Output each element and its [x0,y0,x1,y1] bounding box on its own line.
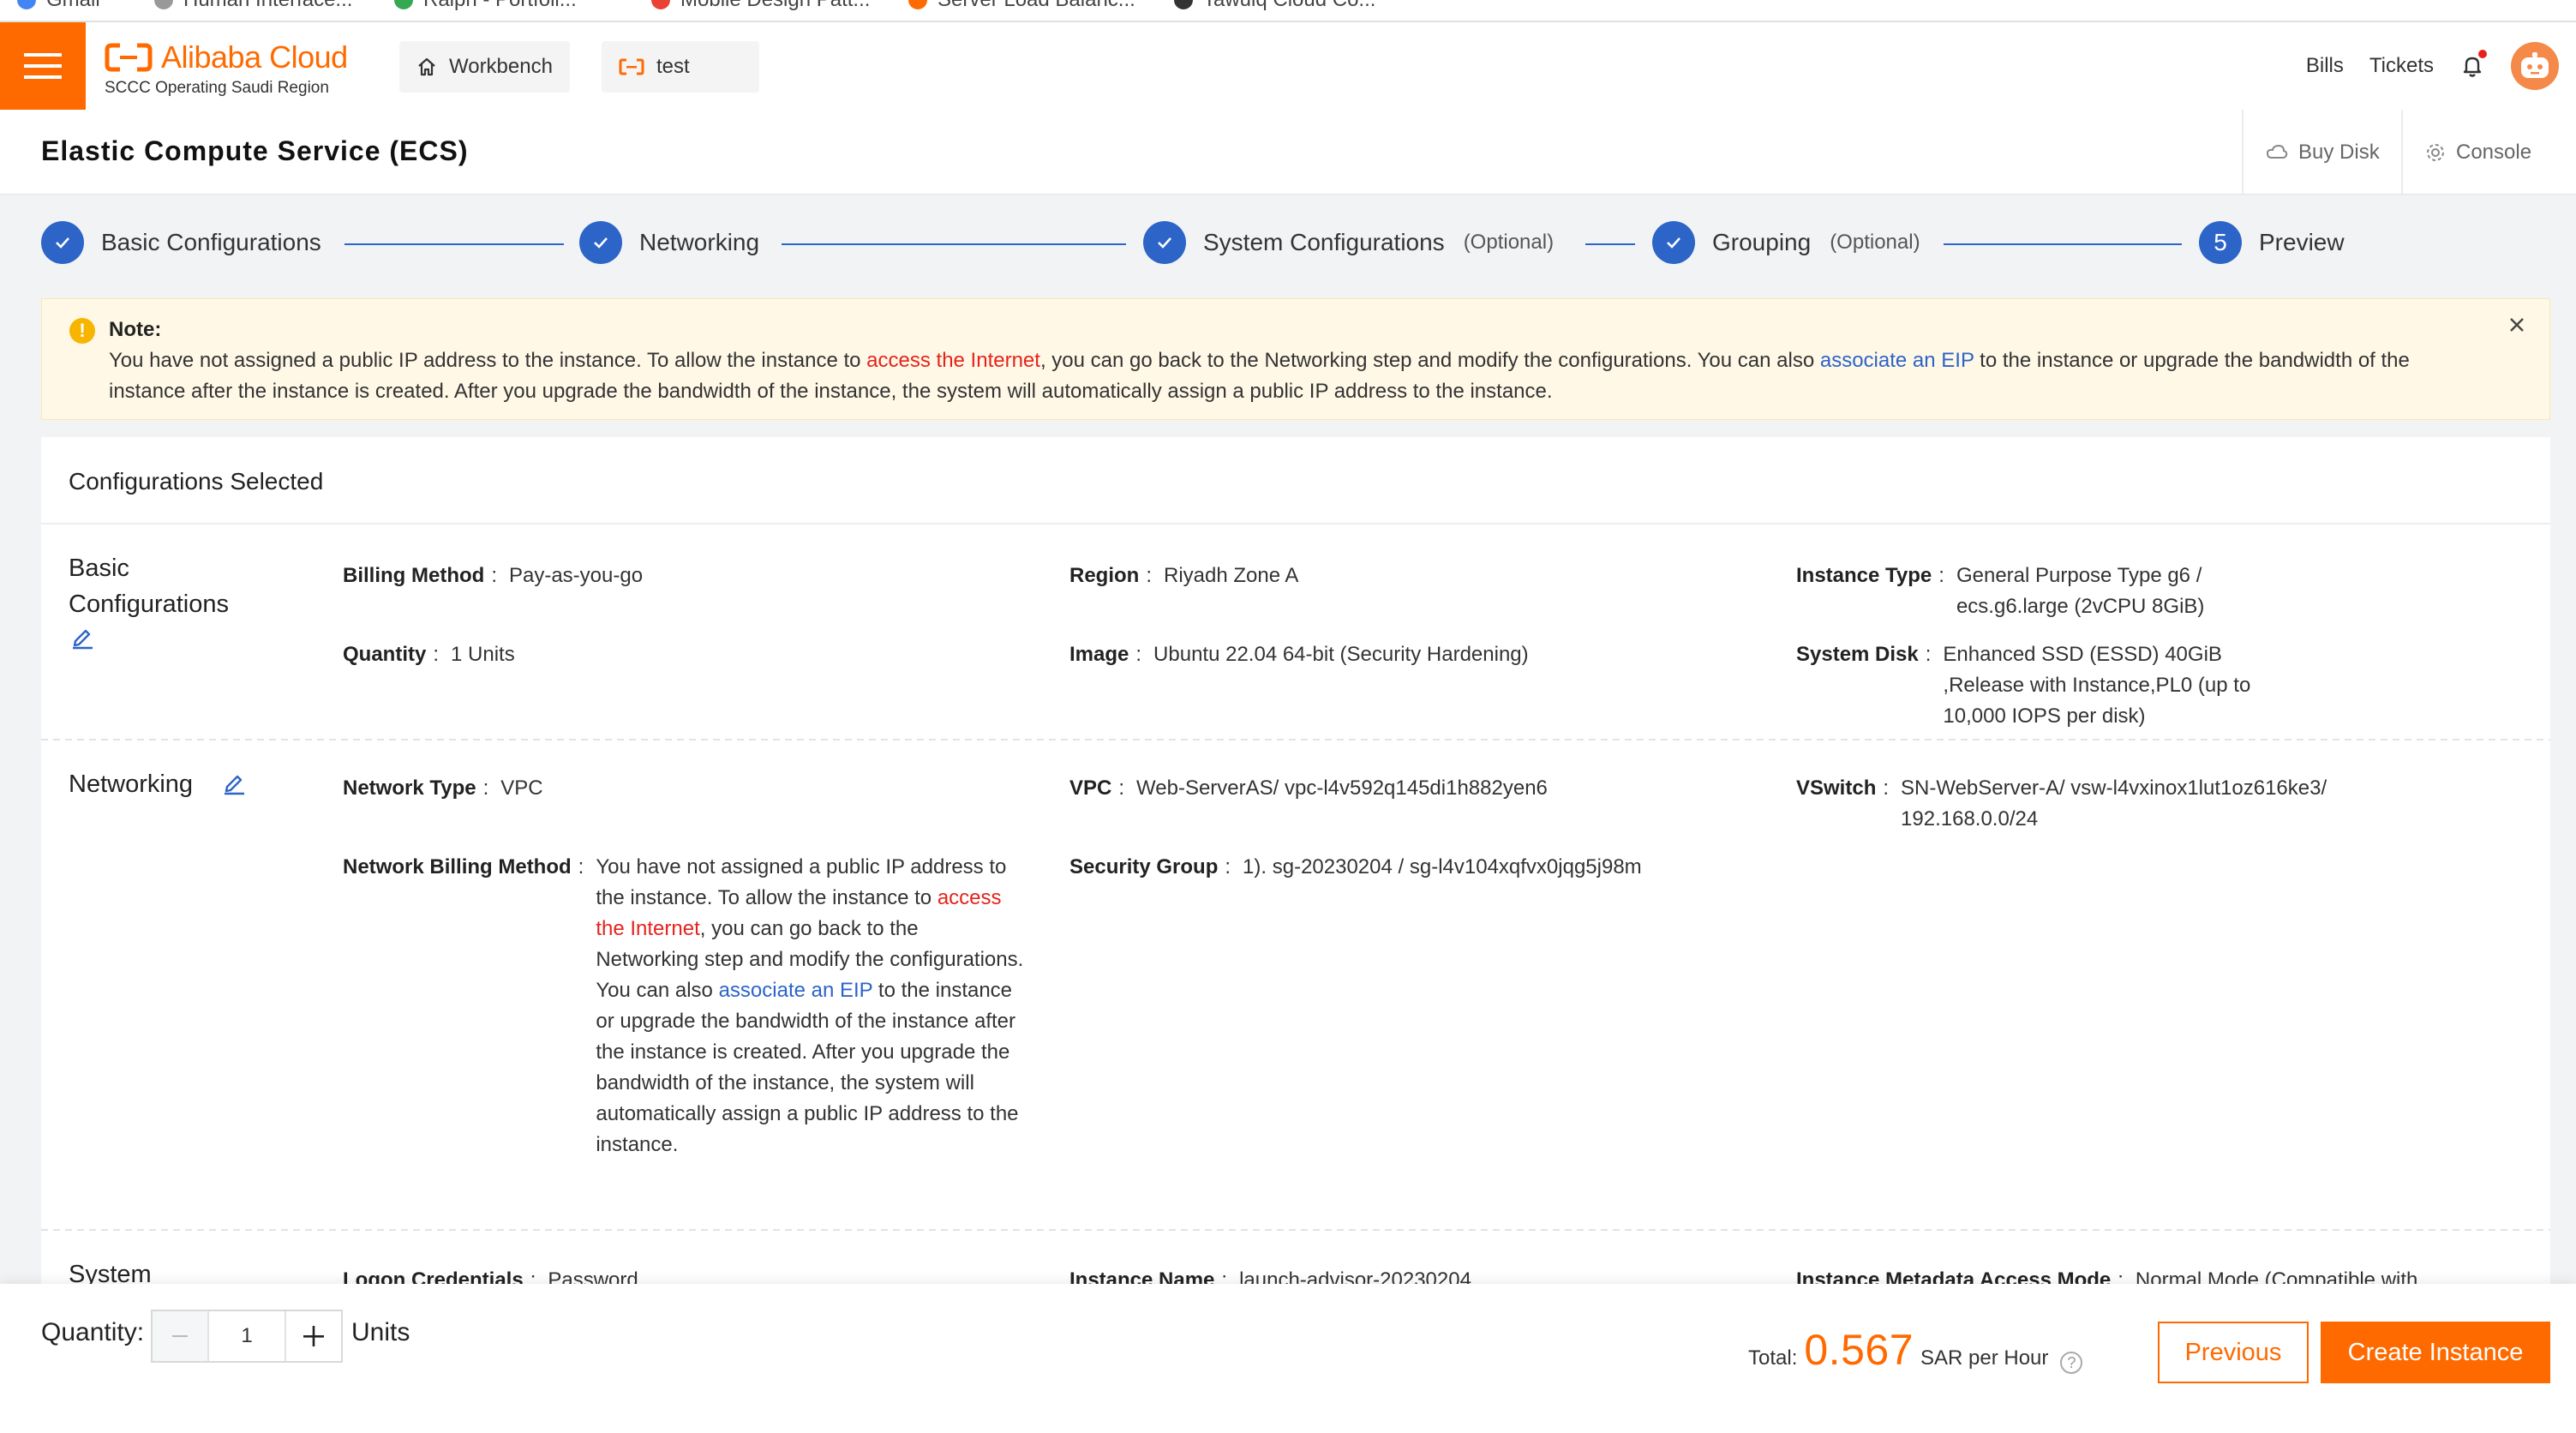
step-system-configurations[interactable]: System Configurations (Optional) [1143,221,1554,264]
order-footer-bar: Quantity: 1 Units Total: 0.567 SAR per H… [0,1284,2576,1433]
bookmark-item[interactable]: Mobile Design Patt... [651,0,870,12]
vpc-row: VPC: Web-ServerAS/ vpc-l4v592q145di1h882y… [1069,776,1548,800]
bills-link[interactable]: Bills [2306,54,2344,78]
price-unit: SAR per Hour [1920,1346,2049,1370]
section-basic-configurations: Basic Configurations [69,550,274,660]
bookmark-item[interactable]: Server Load Balanc... [908,0,1135,12]
brand-name: Alibaba Cloud [161,39,348,75]
notification-badge [2478,50,2487,58]
configurations-panel: Configurations Selected Basic Configurat… [41,437,2550,1294]
quantity-input[interactable]: 1 [209,1311,285,1361]
network-billing-method-row: Network Billing Method: You have not ass… [343,855,1024,1156]
edit-pencil-icon [73,629,93,650]
divider [41,739,2550,740]
step-connector [1944,243,2182,245]
divider [41,523,2550,525]
warning-icon: ! [69,318,95,344]
region-row: Region: Riyadh Zone A [1069,564,1299,587]
step-connector [344,243,564,245]
step-complete-check-icon [1652,221,1695,264]
region-name: SCCC Operating Saudi Region [105,79,329,97]
quantity-row: Quantity:1 Units [343,643,515,666]
tab-resource-group-test[interactable]: test [602,41,759,93]
units-label: Units [351,1318,410,1346]
security-group-row: Security Group:1). sg-20230204 / sg-l4v1… [1069,855,1642,878]
step-preview[interactable]: 5 Preview [2199,221,2345,264]
bookmark-item[interactable]: Human Interface... [154,0,352,12]
close-icon [2510,318,2524,332]
avatar-face-icon [2521,52,2549,78]
gear-icon [2427,144,2444,161]
step-basic-configurations[interactable]: Basic Configurations [41,221,321,264]
create-instance-button[interactable]: Create Instance [2321,1322,2550,1383]
step-connector [1585,243,1635,245]
home-icon [418,57,435,76]
bookmark-item[interactable]: Gmail [17,0,100,12]
tab-workbench[interactable]: Workbench [399,41,570,93]
step-networking[interactable]: Networking [579,221,759,264]
tickets-link[interactable]: Tickets [2369,54,2434,78]
edit-basic-configurations-button[interactable] [69,622,96,650]
page-title: Elastic Compute Service (ECS) [41,135,469,166]
page-header: Elastic Compute Service (ECS) Buy Disk C… [0,110,2576,195]
billing-method-row: Billing Method: Pay-as-you-go [343,564,644,587]
section-networking: Networking [69,766,248,802]
step-complete-check-icon [1143,221,1186,264]
alibaba-cloud-logo[interactable]: Alibaba Cloud SCCC Operating Saudi Regio… [105,39,348,98]
increase-quantity-button[interactable] [285,1311,341,1361]
associate-eip-link[interactable]: associate an EIP [1820,349,1974,372]
step-complete-check-icon [41,221,84,264]
step-connector [782,243,1126,245]
plus-icon [303,1326,324,1346]
total-label: Total: [1748,1346,1798,1370]
notice-message: You have not assigned a public IP addres… [109,349,2410,403]
notice-title: Note: [109,318,162,341]
close-notice-button[interactable] [2508,316,2525,333]
bookmark-item[interactable]: Tawuiq Cloud Co... [1174,0,1375,12]
bookmark-item[interactable]: Ralph - Portfoli... [394,0,577,12]
access-internet-link[interactable]: access the Internet [866,349,1040,372]
wizard-steps: Basic Configurations Networking System C… [0,197,2576,291]
instance-type-row: Instance Type: General Purpose Type g6 / … [1796,564,2205,618]
quantity-label: Quantity: [41,1318,145,1346]
quantity-stepper: 1 [151,1310,343,1363]
hamburger-icon [24,53,62,79]
divider [41,1229,2550,1231]
panel-title: Configurations Selected [69,468,324,495]
decrease-quantity-button[interactable] [153,1311,209,1361]
bookmarks-bar: Gmail Human Interface... Ralph - Portfol… [0,0,2576,22]
step-number: 5 [2199,221,2242,264]
notice-banner: ! Note: You have not assigned a public I… [41,298,2550,420]
step-complete-check-icon [579,221,622,264]
image-row: Image: Ubuntu 22.04 64-bit (Security Hard… [1069,643,1529,666]
associate-eip-link[interactable]: associate an EIP [719,979,873,1002]
cloud-disk-icon [2266,144,2288,159]
console-button[interactable]: Console [2401,110,2554,195]
edit-pencil-icon [225,775,245,795]
hamburger-menu-button[interactable] [0,22,86,110]
minus-icon [172,1335,188,1337]
total-price: Total: 0.567 SAR per Hour ? [1748,1325,2083,1375]
system-disk-row: System Disk: Enhanced SSD (ESSD) 40GiB ,R… [1796,643,2251,728]
help-circle-icon[interactable]: ? [2060,1352,2083,1374]
price-value: 0.567 [1804,1326,1914,1374]
edit-networking-button[interactable] [220,768,248,795]
vswitch-row: VSwitch: SN-WebServer-A/ vsw-l4vxinox1lut… [1796,776,2327,830]
step-grouping[interactable]: Grouping (Optional) [1652,221,1920,264]
alibaba-cloud-logo-icon [105,43,153,72]
notifications-button[interactable] [2459,50,2487,79]
resource-group-icon [619,58,644,75]
previous-button[interactable]: Previous [2158,1322,2309,1383]
top-navigation: Alibaba Cloud SCCC Operating Saudi Regio… [0,22,2576,110]
buy-disk-button[interactable]: Buy Disk [2242,110,2402,195]
network-type-row: Network Type: VPC [343,776,543,800]
user-avatar[interactable] [2511,42,2559,90]
